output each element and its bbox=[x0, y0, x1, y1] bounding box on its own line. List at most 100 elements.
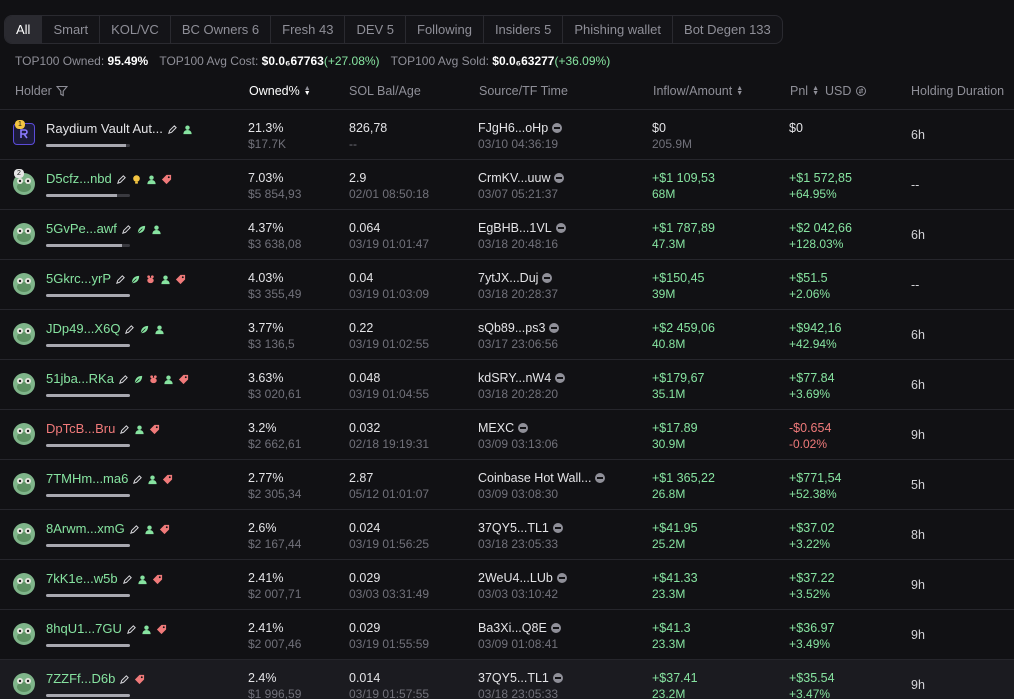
holding-bar bbox=[46, 294, 130, 297]
avatar bbox=[13, 273, 35, 295]
wallet-age: 05/12 01:01:07 bbox=[349, 487, 430, 501]
table-row[interactable]: JDp49...X6Q 3.77% $3 136,5 0.22 03/19 01:02:… bbox=[0, 310, 1014, 360]
funding-source[interactable]: EgBHB...1VL bbox=[478, 221, 566, 235]
table-row[interactable]: 2 D5cfz...nbd 7.03% $5 854,93 2.9 02/01 08:50… bbox=[0, 160, 1014, 210]
funding-time: 03/18 23:05:33 bbox=[478, 687, 559, 699]
holder-address-link[interactable]: 8hqU1...7GU bbox=[46, 621, 122, 636]
owned-percent: 7.03% bbox=[248, 171, 284, 185]
holder-address-link[interactable]: DpTcB...Bru bbox=[46, 421, 115, 436]
inflow-value: +$41.95 bbox=[652, 521, 698, 535]
token-amount: 39M bbox=[652, 287, 676, 301]
col-holder[interactable]: Holder bbox=[15, 76, 68, 106]
tab-following[interactable]: Following bbox=[405, 16, 483, 43]
tab-phishing-wallet[interactable]: Phishing wallet bbox=[562, 16, 672, 43]
table-row[interactable]: 7kK1e...w5b 2.41% $2 007,71 0.029 03/03 03:3… bbox=[0, 560, 1014, 610]
holder-address-link[interactable]: 5GvPe...awf bbox=[46, 221, 117, 236]
funding-source[interactable]: kdSRY...nW4 bbox=[478, 371, 566, 385]
funding-source[interactable]: 37QY5...TL1 bbox=[478, 521, 563, 535]
holder-address-link[interactable]: 51jba...RKa bbox=[46, 371, 114, 386]
owned-percent: 2.4% bbox=[248, 671, 277, 685]
edit-icon[interactable] bbox=[129, 523, 140, 534]
col-inflow[interactable]: Inflow/Amount ▲ ▼ bbox=[653, 76, 743, 106]
table-row[interactable]: 51jba...RKa 3.63% $3 020,61 0.048 03/19 01:0… bbox=[0, 360, 1014, 410]
sort-icon[interactable]: ▲ ▼ bbox=[812, 85, 819, 97]
col-holder-label: Holder bbox=[15, 84, 52, 98]
tab-fresh-43[interactable]: Fresh 43 bbox=[270, 16, 344, 43]
funding-source[interactable]: sQb89...ps3 bbox=[478, 321, 560, 335]
table-row[interactable]: 7ZZFf...D6b 2.4% $1 996,59 0.014 03/19 01:57… bbox=[0, 660, 1014, 699]
funding-source[interactable]: MEXC bbox=[478, 421, 529, 435]
holder-address-link[interactable]: 8Arwm...xmG bbox=[46, 521, 125, 536]
holding-bar-fill bbox=[46, 644, 130, 647]
tab-bot-degen-133[interactable]: Bot Degen 133 bbox=[672, 16, 782, 43]
table-row[interactable]: 5GvPe...awf 4.37% $3 638,08 0.064 03/19 01:0… bbox=[0, 210, 1014, 260]
filter-tabs: All Smart KOL/VC BC Owners 6 Fresh 43 DEV 5 Fo… bbox=[4, 15, 783, 44]
holder-address-link[interactable]: JDp49...X6Q bbox=[46, 321, 120, 336]
funding-time: 03/18 20:48:16 bbox=[478, 237, 559, 251]
rank-badge: 1 bbox=[15, 120, 25, 129]
edit-icon[interactable] bbox=[118, 373, 129, 384]
holding-bar-fill bbox=[46, 494, 130, 497]
table-row[interactable]: 8hqU1...7GU 2.41% $2 007,46 0.029 03/19 01:5… bbox=[0, 610, 1014, 660]
edit-icon[interactable] bbox=[116, 173, 127, 184]
sort-icon[interactable]: ▲ ▼ bbox=[736, 85, 743, 97]
holder-address-link[interactable]: 7TMHm...ma6 bbox=[46, 471, 128, 486]
holder-address-link[interactable]: 7ZZFf...D6b bbox=[46, 671, 115, 686]
wallet-age: 03/19 01:57:55 bbox=[349, 687, 430, 699]
holder-address-link[interactable]: 5Gkrc...yrP bbox=[46, 271, 111, 286]
funding-source[interactable]: 7ytJX...Duj bbox=[478, 271, 553, 285]
swap-icon[interactable] bbox=[855, 85, 867, 97]
edit-icon[interactable] bbox=[121, 223, 132, 234]
pnl-value: $0 bbox=[789, 121, 803, 135]
edit-icon[interactable] bbox=[119, 673, 130, 684]
sol-balance: 0.048 bbox=[349, 371, 381, 385]
funding-source[interactable]: FJgH6...oHp bbox=[478, 121, 563, 135]
token-amount: 68M bbox=[652, 187, 676, 201]
coin-icon bbox=[542, 273, 553, 283]
col-owned[interactable]: Owned% ▲ ▼ bbox=[249, 76, 311, 106]
holding-bar bbox=[46, 594, 130, 597]
holding-bar-fill bbox=[46, 294, 130, 297]
funding-source[interactable]: CrmKV...uuw bbox=[478, 171, 565, 185]
edit-icon[interactable] bbox=[132, 473, 143, 484]
holder-address-link[interactable]: D5cfz...nbd bbox=[46, 171, 112, 186]
funding-source[interactable]: 2WeU4...LUb bbox=[478, 571, 567, 585]
wallet-age: 03/19 01:55:59 bbox=[349, 637, 430, 651]
sol-balance: 2.87 bbox=[349, 471, 374, 485]
currency-toggle[interactable]: USD bbox=[825, 76, 851, 106]
tab-smart[interactable]: Smart bbox=[41, 16, 99, 43]
col-pnl[interactable]: Pnl ▲ ▼ USD bbox=[790, 76, 867, 106]
user-icon bbox=[163, 373, 174, 385]
edit-icon[interactable] bbox=[115, 273, 126, 284]
table-row[interactable]: DpTcB...Bru 3.2% $2 662,61 0.032 02/18 19:19… bbox=[0, 410, 1014, 460]
avg-sold-value: $0.0₆63277 bbox=[492, 54, 555, 68]
edit-icon[interactable] bbox=[119, 423, 130, 434]
funding-source[interactable]: Ba3Xi...Q8E bbox=[478, 621, 561, 635]
sol-balance: 0.029 bbox=[349, 621, 381, 635]
tab-dev-5[interactable]: DEV 5 bbox=[344, 16, 405, 43]
table-row[interactable]: 1 Raydium Vault Aut... 21.3% $17.7K 826,78 --… bbox=[0, 110, 1014, 160]
edit-icon[interactable] bbox=[126, 623, 137, 634]
col-owned-label: Owned% bbox=[249, 84, 300, 98]
owned-usd: $2 167,44 bbox=[248, 537, 302, 551]
funding-source[interactable]: Coinbase Hot Wall... bbox=[478, 471, 606, 485]
pnl-percent: +3.47% bbox=[789, 687, 831, 699]
pnl-value: +$2 042,66 bbox=[789, 221, 852, 235]
table-row[interactable]: 8Arwm...xmG 2.6% $2 167,44 0.024 03/19 01:56… bbox=[0, 510, 1014, 560]
tab-all[interactable]: All bbox=[5, 16, 42, 43]
inflow-value: +$1 365,22 bbox=[652, 471, 715, 485]
sort-desc-icon[interactable]: ▲ ▼ bbox=[304, 85, 311, 97]
table-row[interactable]: 7TMHm...ma6 2.77% $2 305,34 2.87 05/12 01:01… bbox=[0, 460, 1014, 510]
funding-source[interactable]: 37QY5...TL1 bbox=[478, 671, 563, 685]
edit-icon[interactable] bbox=[122, 573, 133, 584]
holder-address-link[interactable]: 7kK1e...w5b bbox=[46, 571, 118, 586]
edit-icon[interactable] bbox=[167, 123, 178, 134]
edit-icon[interactable] bbox=[124, 323, 135, 334]
tab-bc-owners-6[interactable]: BC Owners 6 bbox=[169, 16, 270, 43]
holder-address-link[interactable]: Raydium Vault Aut... bbox=[46, 121, 163, 136]
filter-icon[interactable] bbox=[55, 85, 68, 97]
tab-kol-vc[interactable]: KOL/VC bbox=[99, 16, 170, 43]
funding-source-label: Ba3Xi...Q8E bbox=[478, 621, 547, 635]
table-row[interactable]: 5Gkrc...yrP 4.03% $3 355,49 0.04 03/19 01:03… bbox=[0, 260, 1014, 310]
tab-insiders-5[interactable]: Insiders 5 bbox=[482, 16, 562, 43]
